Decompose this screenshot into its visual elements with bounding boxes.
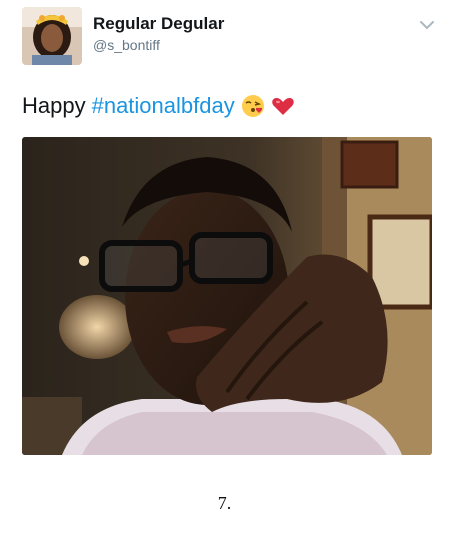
tweet-text-prefix: Happy (22, 93, 86, 118)
tweet-text: Happy #nationalbfday (22, 93, 295, 119)
chevron-down-icon[interactable] (419, 18, 435, 30)
user-handle[interactable]: @s_bontiff (93, 37, 160, 53)
tweet-photo[interactable] (22, 137, 432, 455)
face-blowing-kiss-icon (241, 94, 265, 118)
red-heart-icon (271, 94, 295, 118)
hashtag-link[interactable]: #nationalbfday (92, 93, 235, 119)
display-name[interactable]: Regular Degular (93, 14, 224, 34)
avatar[interactable] (22, 7, 82, 65)
tweet-card: Regular Degular @s_bontiff Happy #nation… (0, 0, 449, 470)
caption-number: 7. (217, 493, 232, 513)
